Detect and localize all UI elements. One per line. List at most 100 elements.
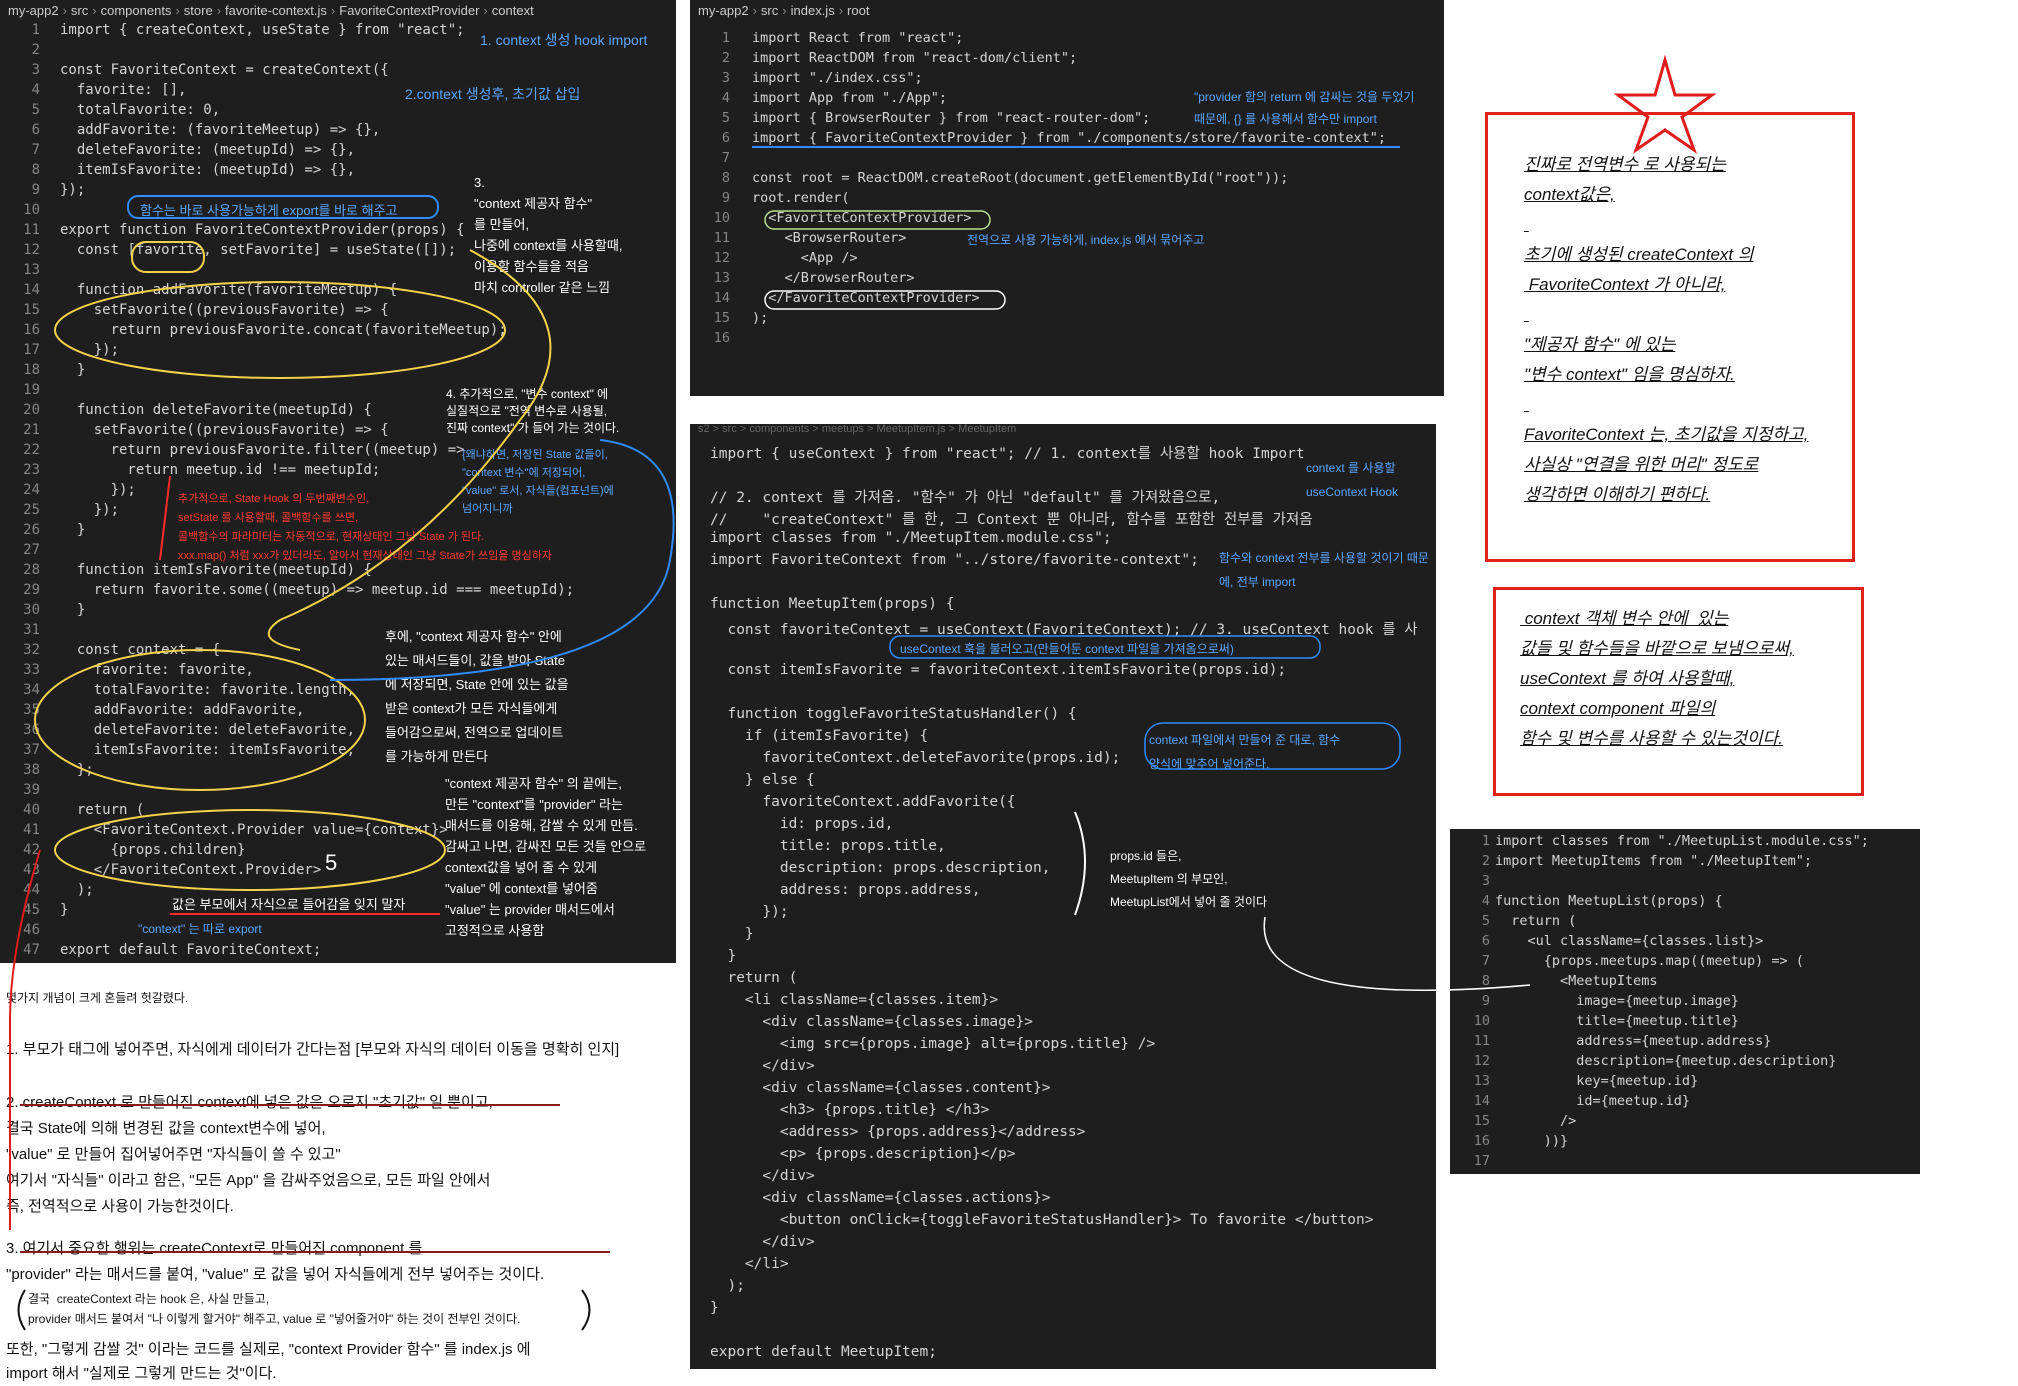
code-line[interactable]: <div className={classes.actions}>	[710, 1190, 1050, 1206]
code-line[interactable]: // "createContext" 를 한, 그 Context 뿐 아니라,…	[710, 508, 1313, 529]
breadcrumb-item[interactable]: src	[761, 3, 778, 18]
code-line[interactable]: itemIsFavorite: itemIsFavorite,	[60, 742, 355, 758]
code-line[interactable]: <img src={props.image} alt={props.title}…	[710, 1036, 1155, 1052]
code-line[interactable]: });	[710, 904, 788, 920]
code-line[interactable]: <div className={classes.content}>	[710, 1080, 1050, 1096]
code-line[interactable]: const itemIsFavorite = favoriteContext.i…	[710, 662, 1286, 678]
code-line[interactable]: // 2. context 를 가져옴. "함수" 가 아닌 "default"…	[710, 486, 1220, 507]
code-line[interactable]: import FavoriteContext from "../store/fa…	[710, 552, 1199, 568]
code-line[interactable]: description: props.description,	[710, 860, 1051, 876]
code-line[interactable]: favorite: [],	[60, 82, 187, 98]
code-line[interactable]: </div>	[710, 1168, 814, 1184]
code-line[interactable]: });	[60, 482, 136, 498]
code-line[interactable]: return (	[710, 970, 797, 986]
code-line[interactable]: import App from "./App";	[752, 90, 947, 106]
code-line[interactable]: }	[60, 362, 85, 378]
code-line[interactable]: const [favorite, setFavorite] = useState…	[60, 242, 456, 258]
code-line[interactable]: }	[60, 522, 85, 538]
code-line[interactable]: const favoriteContext = useContext(Favor…	[710, 618, 1417, 639]
code-line[interactable]: key={meetup.id}	[1495, 1073, 1698, 1089]
code-line[interactable]: <h3> {props.title} </h3>	[710, 1102, 990, 1118]
code-line[interactable]: import classes from "./MeetupItem.module…	[710, 530, 1112, 546]
code-line[interactable]: <li className={classes.item}>	[710, 992, 998, 1008]
code-line[interactable]: import "./index.css";	[752, 70, 923, 86]
code-line[interactable]: import { useContext } from "react"; // 1…	[710, 442, 1305, 463]
breadcrumb-item[interactable]: FavoriteContextProvider	[339, 3, 479, 18]
code-line[interactable]: setFavorite((previousFavorite) => {	[60, 422, 389, 438]
code-line[interactable]: const context = {	[60, 642, 220, 658]
code-line[interactable]: return meetup.id !== meetupId;	[60, 462, 380, 478]
code-line[interactable]: address={meetup.address}	[1495, 1033, 1771, 1049]
code-line[interactable]: itemIsFavorite: (meetupId) => {},	[60, 162, 355, 178]
code-line[interactable]: {props.children}	[60, 842, 246, 858]
code-line[interactable]: if (itemIsFavorite) {	[710, 728, 928, 744]
code-line[interactable]: function deleteFavorite(meetupId) {	[60, 402, 372, 418]
code-line[interactable]: <ul className={classes.list}>	[1495, 933, 1764, 949]
code-line[interactable]: </div>	[710, 1058, 814, 1074]
code-line[interactable]: <p> {props.description}</p>	[710, 1146, 1016, 1162]
code-line[interactable]: <App />	[752, 250, 858, 266]
code-line[interactable]: root.render(	[752, 190, 850, 206]
breadcrumb-item[interactable]: src	[71, 3, 88, 18]
code-line[interactable]: }	[710, 948, 736, 964]
code-line[interactable]: favoriteContext.addFavorite({	[710, 794, 1015, 810]
code-line[interactable]: };	[60, 762, 94, 778]
code-line[interactable]: function addFavorite(favoriteMeetup) {	[60, 282, 397, 298]
code-line[interactable]: const root = ReactDOM.createRoot(documen…	[752, 170, 1288, 186]
code-line[interactable]: );	[752, 310, 768, 326]
code-line[interactable]: return (	[60, 802, 144, 818]
breadcrumb-item[interactable]: favorite-context.js	[225, 3, 327, 18]
code-line[interactable]: return favorite.some((meetup) => meetup.…	[60, 582, 574, 598]
code-line[interactable]: </FavoriteContext.Provider>	[60, 862, 322, 878]
code-line[interactable]: export function FavoriteContextProvider(…	[60, 222, 465, 238]
code-line[interactable]: }	[710, 926, 754, 942]
code-line[interactable]: title={meetup.title}	[1495, 1013, 1739, 1029]
code-line[interactable]: export default MeetupItem;	[710, 1344, 937, 1360]
code-line[interactable]: import { BrowserRouter } from "react-rou…	[752, 110, 1150, 126]
code-line[interactable]: </FavoriteContextProvider>	[752, 290, 979, 306]
code-line[interactable]: title: props.title,	[710, 838, 946, 854]
code-line[interactable]: ))}	[1495, 1133, 1568, 1149]
breadcrumb-item[interactable]: root	[847, 3, 869, 18]
code-line[interactable]: }	[60, 602, 85, 618]
code-line[interactable]: <MeetupItems	[1495, 973, 1658, 989]
code-line[interactable]: {props.meetups.map((meetup) => (	[1495, 953, 1804, 969]
code-line[interactable]: import { FavoriteContextProvider } from …	[752, 130, 1386, 146]
code-line[interactable]: export default FavoriteContext;	[60, 942, 321, 958]
code-line[interactable]: setFavorite((previousFavorite) => {	[60, 302, 389, 318]
code-line[interactable]: </div>	[710, 1234, 814, 1250]
code-line[interactable]: <BrowserRouter>	[752, 230, 907, 246]
code-line[interactable]: <FavoriteContext.Provider value={context…	[60, 822, 448, 838]
code-line[interactable]: );	[60, 882, 94, 898]
code-line[interactable]: description={meetup.description}	[1495, 1053, 1836, 1069]
code-line[interactable]: deleteFavorite: (meetupId) => {},	[60, 142, 355, 158]
code-line[interactable]: totalFavorite: 0,	[60, 102, 220, 118]
code-line[interactable]: return (	[1495, 913, 1576, 929]
breadcrumb-item[interactable]: my-app2	[698, 3, 749, 18]
code-line[interactable]: </BrowserRouter>	[752, 270, 915, 286]
code-line[interactable]: <button onClick={toggleFavoriteStatusHan…	[710, 1212, 1374, 1228]
code-line[interactable]: }	[60, 902, 68, 918]
code-line[interactable]: const FavoriteContext = createContext({	[60, 62, 389, 78]
breadcrumb-item[interactable]: store	[184, 3, 213, 18]
code-line[interactable]: });	[60, 502, 119, 518]
code-line[interactable]: id: props.id,	[710, 816, 894, 832]
code-line[interactable]: );	[710, 1278, 744, 1294]
code-line[interactable]: import ReactDOM from "react-dom/client";	[752, 50, 1077, 66]
code-line[interactable]: <FavoriteContextProvider>	[752, 210, 971, 226]
code-line[interactable]: import React from "react";	[752, 30, 963, 46]
code-line[interactable]: />	[1495, 1113, 1576, 1129]
code-line[interactable]: import { createContext, useState } from …	[60, 22, 465, 38]
code-line[interactable]: }	[710, 1300, 719, 1316]
code-line[interactable]: totalFavorite: favorite.length,	[60, 682, 355, 698]
code-line[interactable]: favoriteContext.deleteFavorite(props.id)…	[710, 750, 1120, 766]
code-line[interactable]: return previousFavorite.filter((meetup) …	[60, 442, 465, 458]
code-line[interactable]: function MeetupItem(props) {	[710, 596, 954, 612]
code-line[interactable]: favorite: favorite,	[60, 662, 254, 678]
code-line[interactable]: <address> {props.address}</address>	[710, 1124, 1086, 1140]
code-line[interactable]: import classes from "./MeetupList.module…	[1495, 833, 1869, 849]
code-line[interactable]: addFavorite: addFavorite,	[60, 702, 305, 718]
code-line[interactable]: <div className={classes.image}>	[710, 1014, 1033, 1030]
code-line[interactable]: });	[60, 182, 85, 198]
code-line[interactable]: image={meetup.image}	[1495, 993, 1739, 1009]
